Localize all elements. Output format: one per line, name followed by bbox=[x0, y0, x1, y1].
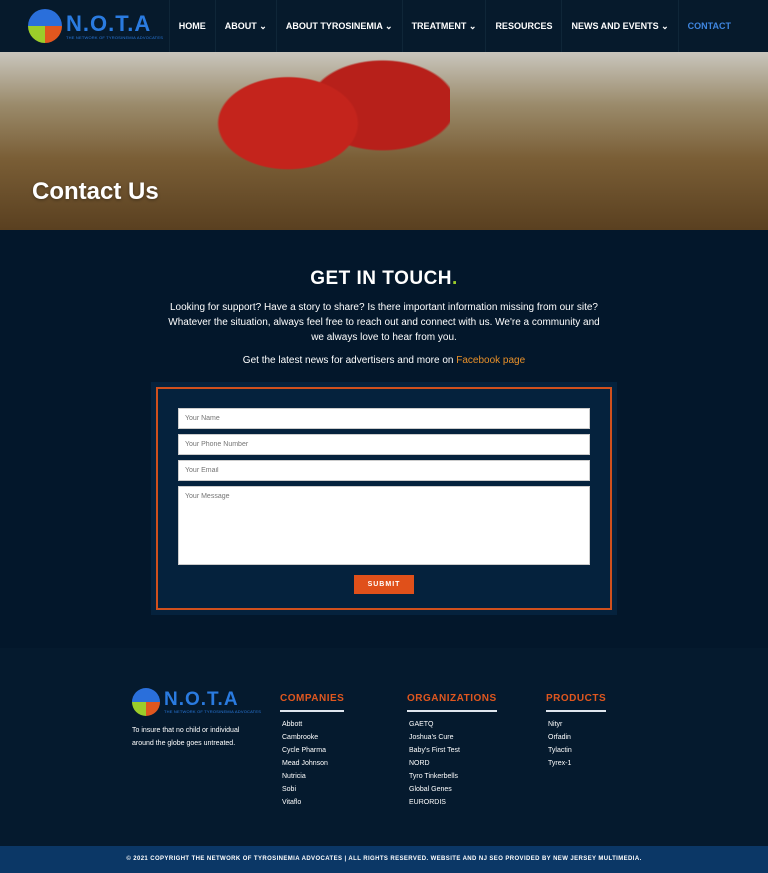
nav-home[interactable]: HOME bbox=[168, 0, 215, 52]
product-link[interactable]: Orfadin bbox=[546, 731, 606, 744]
footer-brand: N.O.T.A THE NETWORK OF TYROSINEMIA ADVOC… bbox=[132, 688, 261, 750]
product-link[interactable]: Tylactin bbox=[546, 744, 606, 757]
organization-link[interactable]: Global Genes bbox=[407, 783, 497, 796]
seo-link[interactable]: NJ SEO bbox=[479, 856, 503, 862]
submit-button[interactable]: SUBMIT bbox=[353, 575, 415, 594]
logo-text: N.O.T.A bbox=[66, 10, 152, 36]
company-link[interactable]: Abbott bbox=[280, 718, 344, 731]
product-link[interactable]: Tyrex-1 bbox=[546, 757, 606, 770]
get-in-touch-section: GET IN TOUCH. Looking for support? Have … bbox=[0, 230, 768, 615]
organizations-heading: ORGANIZATIONS bbox=[407, 693, 497, 712]
copyright-and: AND bbox=[460, 856, 479, 862]
footer-organizations: ORGANIZATIONS GAETQ Joshua's Cure Baby's… bbox=[407, 688, 497, 809]
nav-treatment[interactable]: TREATMENT ⌄ bbox=[401, 0, 486, 52]
products-heading: PRODUCTS bbox=[546, 693, 607, 712]
section-title: GET IN TOUCH. bbox=[310, 268, 458, 289]
email-input[interactable] bbox=[178, 460, 590, 481]
facebook-link[interactable]: Facebook page bbox=[456, 355, 525, 366]
company-link[interactable]: Nutricia bbox=[280, 770, 344, 783]
nav-about-tyrosinemia[interactable]: ABOUT TYROSINEMIA ⌄ bbox=[275, 0, 402, 52]
footer-companies: COMPANIES Abbott Cambrooke Cycle Pharma … bbox=[280, 688, 345, 809]
nav-contact[interactable]: CONTACT bbox=[677, 0, 740, 52]
intro-text: Looking for support? Have a story to sha… bbox=[168, 302, 600, 343]
organization-link[interactable]: GAETQ bbox=[407, 718, 497, 731]
main-menu: HOME ABOUT ⌄ ABOUT TYROSINEMIA ⌄ TREATME… bbox=[168, 0, 740, 52]
name-input[interactable] bbox=[178, 408, 590, 429]
nav-resources[interactable]: RESOURCES bbox=[485, 0, 561, 52]
footer-tagline: To insure that no child or individual ar… bbox=[132, 727, 240, 747]
page-title: Contact Us bbox=[32, 178, 159, 205]
organization-link[interactable]: NORD bbox=[407, 757, 497, 770]
companies-heading: COMPANIES bbox=[280, 693, 345, 712]
logo[interactable]: N.O.T.A THE NETWORK OF TYROSINEMIA ADVOC… bbox=[28, 9, 163, 43]
facebook-line: Get the latest news for advertisers and … bbox=[242, 355, 526, 366]
footer-logo-tagline: THE NETWORK OF TYROSINEMIA ADVOCATES bbox=[164, 709, 262, 714]
organization-link[interactable]: Baby's First Test bbox=[407, 744, 497, 757]
contact-form: SUBMIT bbox=[156, 387, 612, 610]
nav-about[interactable]: ABOUT ⌄ bbox=[214, 0, 276, 52]
copyright-end: . bbox=[639, 856, 642, 862]
top-nav: N.O.T.A THE NETWORK OF TYROSINEMIA ADVOC… bbox=[0, 0, 768, 52]
footer-products: PRODUCTS Nityr Orfadin Tylactin Tyrex-1 bbox=[546, 688, 607, 770]
copyright-text: © 2021 COPYRIGHT THE NETWORK OF TYROSINE… bbox=[126, 856, 431, 862]
company-credit-link[interactable]: NEW JERSEY MULTIMEDIA bbox=[553, 856, 640, 862]
copyright-bar: © 2021 COPYRIGHT THE NETWORK OF TYROSINE… bbox=[0, 846, 768, 873]
contact-form-wrapper: SUBMIT bbox=[151, 382, 617, 615]
logo-icon bbox=[132, 688, 160, 716]
footer-logo-text: N.O.T.A bbox=[164, 689, 239, 710]
copyright-provided: PROVIDED BY bbox=[503, 856, 554, 862]
company-link[interactable]: Cycle Pharma bbox=[280, 744, 344, 757]
product-link[interactable]: Nityr bbox=[546, 718, 606, 731]
company-link[interactable]: Vitaflo bbox=[280, 796, 344, 809]
nav-news-events[interactable]: NEWS AND EVENTS ⌄ bbox=[561, 0, 677, 52]
logo-icon bbox=[28, 9, 62, 43]
footer-logo[interactable]: N.O.T.A THE NETWORK OF TYROSINEMIA ADVOC… bbox=[132, 688, 261, 716]
message-input[interactable] bbox=[178, 486, 590, 565]
logo-tagline: THE NETWORK OF TYROSINEMIA ADVOCATES bbox=[66, 34, 164, 40]
company-link[interactable]: Sobi bbox=[280, 783, 344, 796]
organization-link[interactable]: EURORDIS bbox=[407, 796, 497, 809]
organization-link[interactable]: Tyro Tinkerbells bbox=[407, 770, 497, 783]
phone-input[interactable] bbox=[178, 434, 590, 455]
company-link[interactable]: Mead Johnson bbox=[280, 757, 344, 770]
website-link[interactable]: WEBSITE bbox=[431, 856, 461, 862]
footer: N.O.T.A THE NETWORK OF TYROSINEMIA ADVOC… bbox=[0, 648, 768, 846]
hero-banner: Contact Us bbox=[0, 52, 768, 230]
company-link[interactable]: Cambrooke bbox=[280, 731, 344, 744]
organization-link[interactable]: Joshua's Cure bbox=[407, 731, 497, 744]
